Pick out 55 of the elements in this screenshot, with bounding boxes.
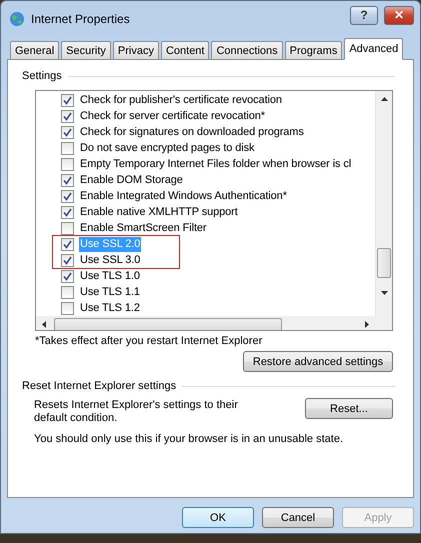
setting-label[interactable]: Enable native XMLHTTP support bbox=[79, 204, 239, 220]
tab[interactable]: Content bbox=[160, 41, 210, 59]
checkbox[interactable] bbox=[61, 206, 74, 218]
checkbox[interactable] bbox=[61, 302, 74, 314]
tab[interactable]: General bbox=[10, 41, 60, 59]
setting-label[interactable]: Enable SmartScreen Filter bbox=[79, 220, 208, 236]
help-button[interactable]: ? bbox=[350, 6, 378, 24]
window-title: Internet Properties bbox=[31, 12, 131, 26]
setting-label[interactable]: Use TLS 1.1 bbox=[79, 284, 141, 300]
group-title: Reset Internet Explorer settings bbox=[22, 380, 176, 392]
footnote-text: *Takes effect after you restart Internet Explorer bbox=[35, 335, 264, 347]
tab[interactable]: Advanced bbox=[344, 38, 404, 60]
dialog-button[interactable]: OK bbox=[182, 507, 254, 528]
checkbox[interactable] bbox=[61, 94, 74, 106]
checkbox[interactable] bbox=[61, 110, 74, 122]
globe-icon bbox=[9, 11, 25, 27]
setting-label[interactable]: Use SSL 3.0 bbox=[79, 252, 142, 268]
tab[interactable]: Security bbox=[61, 41, 111, 59]
checkbox[interactable] bbox=[61, 158, 74, 170]
checkbox[interactable] bbox=[61, 286, 74, 298]
dialog-button[interactable]: Cancel bbox=[262, 507, 334, 528]
left-arrow-icon[interactable] bbox=[42, 321, 46, 328]
setting-label[interactable]: Empty Temporary Internet Files folder when browser is cl bbox=[79, 156, 352, 172]
checkbox[interactable] bbox=[61, 190, 74, 202]
up-arrow-icon[interactable] bbox=[380, 97, 388, 101]
reset-note: You should only use this if your browser is in an unusable state. bbox=[34, 433, 344, 445]
setting-label[interactable]: Enable DOM Storage bbox=[79, 172, 184, 188]
restore-button[interactable]: Restore advanced settings bbox=[243, 351, 393, 372]
reset-button[interactable]: Reset... bbox=[305, 398, 393, 419]
group-title: Settings bbox=[22, 70, 62, 82]
reset-description: Resets Internet Explorer's settings to their default condition. bbox=[34, 399, 239, 425]
right-arrow-icon[interactable] bbox=[365, 321, 369, 328]
tab[interactable]: Privacy bbox=[112, 41, 159, 59]
setting-label[interactable]: Check for publisher's certificate revocation bbox=[79, 92, 283, 108]
close-button[interactable]: ✕ bbox=[384, 6, 414, 24]
checkbox[interactable] bbox=[61, 238, 74, 250]
vertical-scrollbar[interactable] bbox=[375, 91, 392, 316]
horizontal-scrollbar[interactable] bbox=[36, 316, 375, 330]
setting-label[interactable]: Use TLS 1.2 bbox=[79, 300, 141, 316]
setting-label[interactable]: Use TLS 1.0 bbox=[79, 268, 141, 284]
tab[interactable]: Connections bbox=[211, 41, 283, 59]
checkbox[interactable] bbox=[61, 222, 74, 234]
checkbox[interactable] bbox=[61, 174, 74, 186]
setting-label[interactable]: Check for server certificate revocation* bbox=[79, 108, 266, 124]
checkbox[interactable] bbox=[61, 142, 74, 154]
tab[interactable]: Programs bbox=[284, 41, 342, 59]
setting-label[interactable]: Check for signatures on downloaded programs bbox=[79, 124, 305, 140]
scrollbar-thumb[interactable] bbox=[54, 318, 282, 330]
checkbox[interactable] bbox=[61, 254, 74, 266]
scrollbar-thumb[interactable] bbox=[377, 248, 391, 278]
down-arrow-icon[interactable] bbox=[380, 291, 388, 295]
checkbox[interactable] bbox=[61, 126, 74, 138]
setting-label[interactable]: Enable Integrated Windows Authentication* bbox=[79, 188, 288, 204]
checkbox[interactable] bbox=[61, 270, 74, 282]
setting-label[interactable]: Do not save encrypted pages to disk bbox=[79, 140, 256, 156]
